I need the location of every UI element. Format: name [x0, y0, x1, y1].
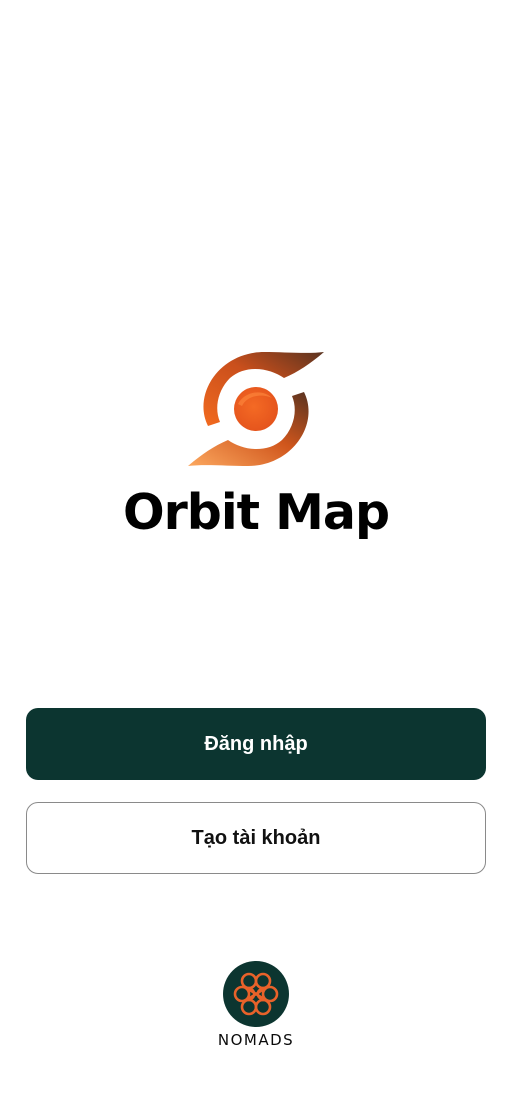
- create-account-button[interactable]: Tạo tài khoản: [26, 802, 486, 874]
- create-account-button-label: Tạo tài khoản: [191, 826, 321, 849]
- login-button[interactable]: Đăng nhập: [26, 708, 486, 780]
- app-title: Orbit Map: [122, 484, 390, 541]
- orbit-logo-icon: [186, 348, 326, 470]
- nomads-knot-icon: [223, 961, 289, 1027]
- login-button-label: Đăng nhập: [204, 732, 308, 755]
- nomads-wordmark: NOMADS: [217, 1031, 295, 1049]
